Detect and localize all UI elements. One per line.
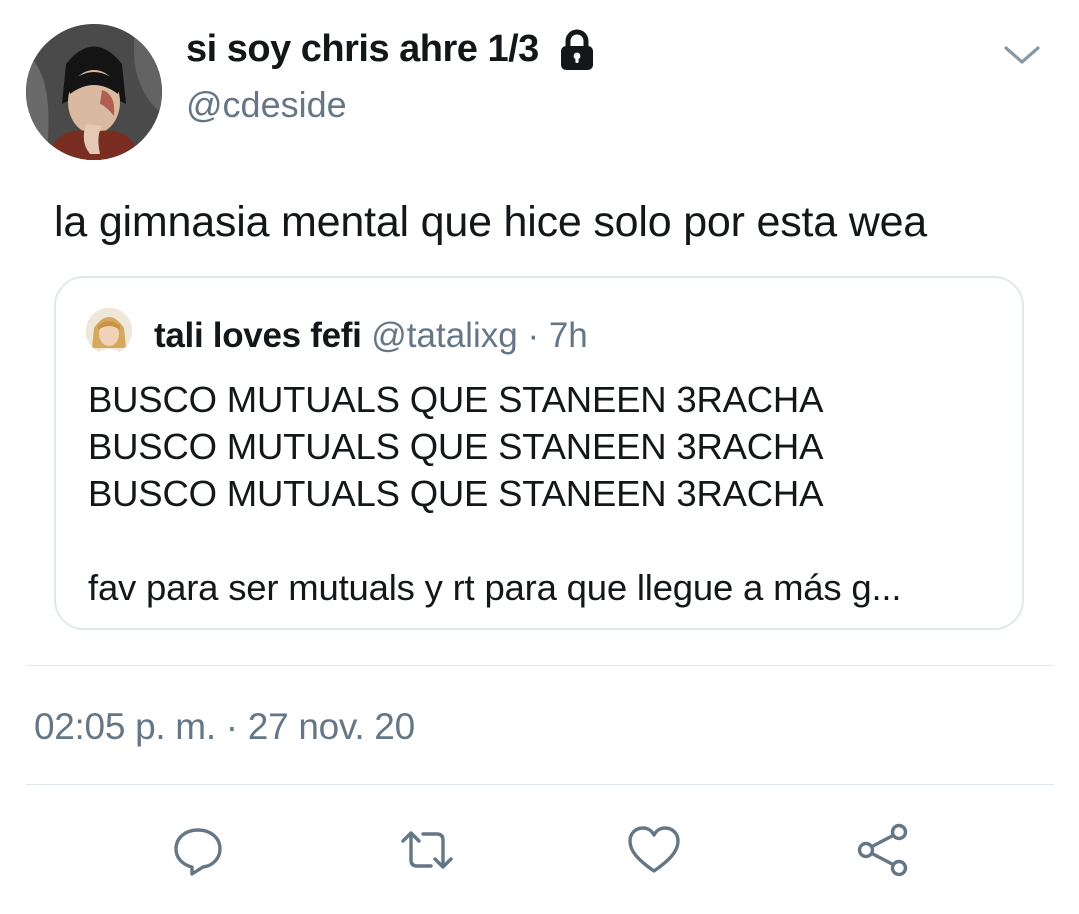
quoted-tweet-time: 7h — [548, 316, 588, 355]
tweet-text: la gimnasia mental que hice solo por est… — [54, 198, 928, 246]
quoted-avatar-image — [86, 308, 132, 354]
quoted-tweet-text: BUSCO MUTUALS QUE STANEEN 3RACHA BUSCO M… — [88, 379, 902, 608]
tweet-timestamp[interactable]: 02:05 p. m. · 27 nov. 20 — [34, 706, 415, 748]
reply-icon — [174, 828, 222, 876]
quoted-author-avatar[interactable] — [86, 308, 132, 354]
avatar-image — [26, 24, 162, 160]
header-separator: · — [527, 316, 540, 355]
divider-bottom — [26, 784, 1054, 785]
retweet-icon — [401, 831, 453, 869]
share-button[interactable] — [853, 820, 913, 880]
author-display-name[interactable]: si soy chris ahre 1/3 — [186, 28, 595, 71]
like-button[interactable] — [624, 820, 684, 880]
quoted-tweet-card[interactable]: tali loves fefi @tatalixg · 7h BUSCO MUT… — [54, 276, 1024, 630]
display-name-text: si soy chris ahre 1/3 — [186, 28, 539, 70]
lock-icon — [560, 29, 593, 70]
retweet-button[interactable] — [397, 820, 457, 880]
reply-button[interactable] — [168, 820, 228, 880]
chevron-down-icon[interactable] — [1002, 40, 1042, 70]
quoted-tweet-header: tali loves fefi @tatalixg · 7h — [154, 316, 588, 356]
divider-top — [26, 665, 1054, 666]
heart-icon — [628, 826, 680, 873]
author-handle[interactable]: @cdeside — [186, 84, 347, 126]
quoted-author-name[interactable]: tali loves fefi — [154, 316, 362, 355]
share-icon — [857, 823, 908, 877]
quoted-author-handle[interactable]: @tatalixg — [371, 316, 517, 355]
author-avatar[interactable] — [26, 24, 162, 160]
